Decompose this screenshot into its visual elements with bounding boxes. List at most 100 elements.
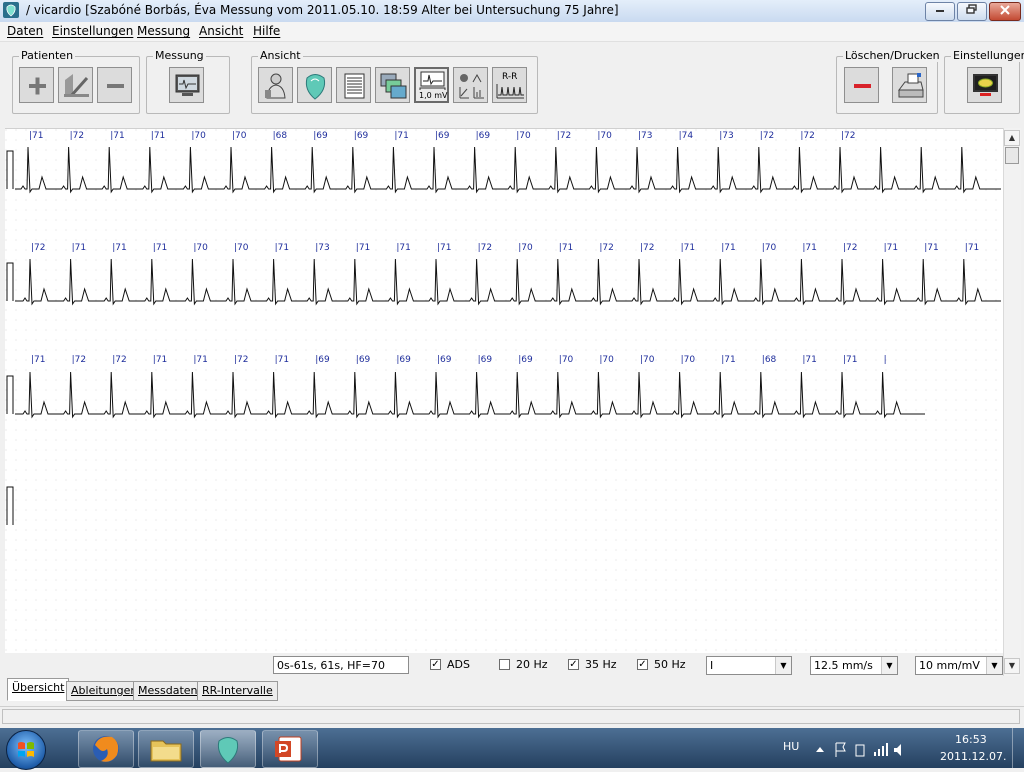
display-controls: 0s-61s, 61s, HF=70 ✓ ADS 20 Hz ✓ 35 Hz ✓… bbox=[0, 654, 1003, 678]
tab-rr-intervalle[interactable]: RR-Intervalle bbox=[197, 681, 278, 701]
menu-einstellungen[interactable]: Einstellungen bbox=[52, 24, 133, 38]
hr-label: |72 bbox=[843, 243, 858, 253]
window-title: / vicardio [Szabóné Borbás, Éva Messung … bbox=[26, 3, 619, 17]
statistics-view-button[interactable] bbox=[453, 67, 488, 103]
minimize-button[interactable] bbox=[925, 2, 955, 21]
ads-checkbox[interactable]: ✓ bbox=[430, 659, 441, 670]
hr-label: |72 bbox=[112, 355, 127, 365]
filter-20hz-checkbox[interactable] bbox=[499, 659, 510, 670]
heart-view-button[interactable] bbox=[297, 67, 332, 103]
app-heart-icon bbox=[3, 2, 19, 18]
taskbar-explorer[interactable] bbox=[138, 730, 194, 768]
chart-icon bbox=[459, 73, 484, 99]
hr-label: |73 bbox=[638, 131, 653, 141]
report-view-button[interactable] bbox=[336, 67, 371, 103]
clock-date[interactable]: 2011.12.07. bbox=[940, 750, 1006, 763]
tab-ableitungen[interactable]: Ableitungen bbox=[66, 681, 143, 701]
gain-select-arrow-icon[interactable]: ▼ bbox=[986, 657, 1002, 674]
windows-logo-icon bbox=[18, 742, 34, 757]
hr-label: |71 bbox=[110, 131, 125, 141]
ecg-display[interactable]: |71 |72 |71 |71 |70 |70 |68 |69 |69 |71 |69 |69 |70 |… bbox=[5, 128, 1003, 653]
view-tabs: Übersicht Ableitungen Messdaten RR-Inter… bbox=[0, 678, 1024, 702]
hr-label: |71 bbox=[558, 243, 574, 253]
hr-label: |72 bbox=[556, 131, 572, 141]
scroll-thumb[interactable] bbox=[1005, 147, 1019, 164]
tab-uebersicht[interactable]: Übersicht bbox=[7, 678, 70, 701]
new-measurement-button[interactable] bbox=[169, 67, 204, 103]
hr-label: |69 bbox=[396, 355, 411, 365]
hr-label: |71 bbox=[274, 243, 290, 253]
measurement-info-field[interactable]: 0s-61s, 61s, HF=70 bbox=[273, 656, 409, 674]
hr-label: |69 bbox=[355, 355, 371, 365]
menu-ansicht[interactable]: Ansicht bbox=[199, 24, 243, 38]
scroll-up-arrow[interactable]: ▲ bbox=[1004, 130, 1020, 146]
hr-label: |70 bbox=[680, 355, 696, 365]
hr-label: |68 bbox=[272, 131, 288, 141]
menu-bar: Daten Einstellungen Messung Ansicht Hilf… bbox=[0, 22, 1024, 42]
close-button[interactable] bbox=[989, 2, 1021, 21]
ecg-canvas bbox=[5, 129, 1003, 653]
delete-minus-icon bbox=[854, 84, 871, 88]
hr-label: |68 bbox=[761, 355, 777, 365]
vertical-scrollbar[interactable]: ▲ ▼ bbox=[1003, 128, 1021, 676]
filter-50hz-checkbox[interactable]: ✓ bbox=[637, 659, 648, 670]
einstellungen-label: Einstellungen bbox=[951, 49, 1024, 62]
filter-35hz-checkbox[interactable]: ✓ bbox=[568, 659, 579, 670]
taskbar-vicardio[interactable] bbox=[200, 730, 256, 768]
add-patient-button[interactable] bbox=[19, 67, 54, 103]
loeschen-drucken-group: Löschen/Drucken bbox=[836, 49, 942, 114]
hr-label: |71 bbox=[721, 243, 736, 253]
patient-view-button[interactable] bbox=[258, 67, 293, 103]
edit-patient-button[interactable] bbox=[58, 67, 93, 103]
hr-label: |71 bbox=[112, 243, 127, 253]
speed-select-arrow-icon[interactable]: ▼ bbox=[881, 657, 897, 674]
clock-time[interactable]: 16:53 bbox=[955, 733, 987, 746]
status-field bbox=[2, 709, 1020, 724]
hr-label: |72 bbox=[31, 243, 46, 253]
taskbar-firefox[interactable] bbox=[78, 730, 134, 768]
tray-icons bbox=[816, 742, 901, 757]
settings-button[interactable] bbox=[967, 67, 1002, 103]
speed-select[interactable]: 12.5 mm/s ▼ bbox=[810, 656, 898, 675]
show-desktop-button[interactable] bbox=[1012, 728, 1024, 768]
taskbar-powerpoint[interactable] bbox=[262, 730, 318, 768]
print-button[interactable] bbox=[892, 67, 927, 103]
person-icon bbox=[265, 73, 286, 99]
menu-messung[interactable]: Messung bbox=[137, 24, 190, 38]
patienten-group: Patienten bbox=[12, 49, 140, 114]
rr-wave-icon bbox=[496, 84, 524, 99]
hr-label: |71 bbox=[193, 355, 208, 365]
menu-hilfe[interactable]: Hilfe bbox=[253, 24, 280, 38]
gain-select-value: 10 mm/mV bbox=[919, 659, 980, 672]
hr-label: |70 bbox=[193, 243, 208, 253]
hr-label: |70 bbox=[599, 355, 614, 365]
minimize-icon bbox=[936, 10, 944, 12]
remove-patient-button[interactable] bbox=[97, 67, 132, 103]
toolbar: Patienten Messung Ansicht 1,0 mV R-R Lös… bbox=[0, 42, 1024, 128]
scroll-down-arrow[interactable]: ▼ bbox=[1004, 658, 1020, 674]
patienten-label: Patienten bbox=[19, 49, 76, 62]
title-bar[interactable]: / vicardio [Szabóné Borbás, Éva Messung … bbox=[0, 0, 1024, 23]
gain-select[interactable]: 10 mm/mV ▼ bbox=[915, 656, 1003, 675]
tab-messdaten[interactable]: Messdaten bbox=[133, 681, 203, 701]
hr-label: |72 bbox=[759, 131, 775, 141]
lead-select[interactable]: I ▼ bbox=[706, 656, 792, 675]
document-icon bbox=[344, 73, 365, 99]
vicardio-heart-icon bbox=[217, 737, 239, 764]
start-button[interactable] bbox=[6, 730, 46, 770]
einstellungen-group: Einstellungen bbox=[944, 49, 1024, 114]
hr-label: |69 bbox=[437, 355, 452, 365]
lead-select-arrow-icon[interactable]: ▼ bbox=[775, 657, 791, 674]
taskbar: HU 16:53 2011.12.07. bbox=[0, 728, 1024, 770]
action-center-flag-icon bbox=[835, 742, 846, 757]
menu-daten[interactable]: Daten bbox=[7, 24, 43, 38]
hr-label: |72 bbox=[599, 243, 614, 253]
delete-button[interactable] bbox=[844, 67, 879, 103]
scale-view-button[interactable]: 1,0 mV bbox=[414, 67, 449, 103]
restore-button[interactable] bbox=[957, 2, 987, 21]
multi-view-button[interactable] bbox=[375, 67, 410, 103]
show-hidden-icons-icon bbox=[816, 747, 824, 752]
hr-label: |69 bbox=[518, 355, 533, 365]
rr-view-button[interactable]: R-R bbox=[492, 67, 527, 103]
language-indicator[interactable]: HU bbox=[783, 740, 799, 753]
